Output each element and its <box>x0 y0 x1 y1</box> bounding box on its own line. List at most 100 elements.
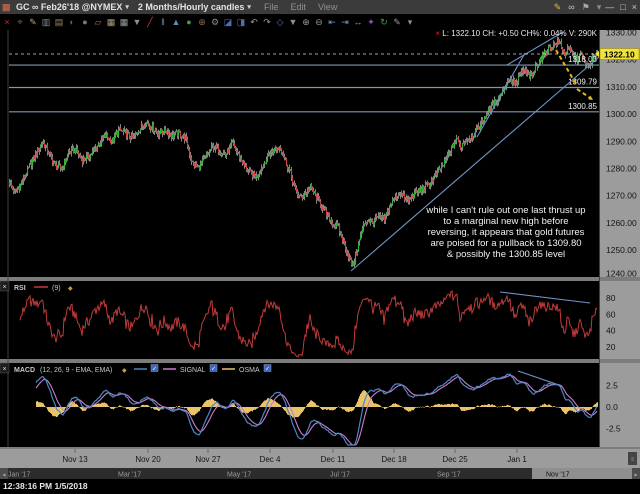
rsi-axis-label: 40 <box>606 326 616 336</box>
pencil-tool-icon[interactable]: ✎ <box>27 16 39 28</box>
target-tool-icon[interactable]: ⌖ <box>14 16 26 28</box>
menu-view[interactable]: View <box>318 2 337 12</box>
scroll-right-arrow-icon[interactable]: ▸ <box>634 473 637 479</box>
osma-label: OSMA <box>239 367 260 374</box>
redo-icon[interactable]: ↷ <box>261 16 273 28</box>
divider-macd-axis <box>0 447 640 449</box>
zoom-out-icon[interactable]: ⊖ <box>313 16 325 28</box>
macd-axis-label: 2.5 <box>606 381 618 391</box>
support-line-label: 1309.79 <box>568 77 597 86</box>
refresh-icon[interactable]: ↻ <box>378 16 390 28</box>
time-axis-label: Jan 1 <box>507 455 527 464</box>
price-axis-label: 1310.00 <box>606 82 637 92</box>
period-dropdown-caret[interactable]: ▾ <box>247 3 251 11</box>
rsi-param[interactable]: (9) <box>52 285 61 292</box>
macd-title[interactable]: MACD <box>14 367 35 374</box>
box-blue-2-icon[interactable]: ◨ <box>235 16 247 28</box>
status-bar: 12:38:16 PM 1/5/2018 <box>0 479 640 494</box>
rsi-line <box>19 290 598 358</box>
quote-line: × L: 1322.10 CH: +0.50 CH%: 0.04% V: 290… <box>435 29 597 38</box>
brush-tool-icon[interactable]: ◐ <box>66 16 78 28</box>
scrollbar-track-label: Jul '17 <box>330 472 350 479</box>
rsi-divergence-line[interactable] <box>499 291 591 304</box>
signal-label: SIGNAL <box>180 367 206 374</box>
close-tool-icon[interactable]: × <box>1 16 13 28</box>
annotation-line: to a marginal new high before <box>443 216 568 227</box>
macd-axis-label: -2.5 <box>606 424 621 434</box>
flag-icon[interactable]: ⚑ <box>582 2 590 13</box>
macd-close-icon[interactable]: × <box>2 366 6 373</box>
dropdown-1-icon[interactable]: ▼ <box>131 16 143 28</box>
scrollbar-track-label: Sep '17 <box>437 472 461 479</box>
symbol-title[interactable]: GC ∞ Feb26'18 @NYMEX <box>16 2 122 12</box>
last-price-tag-text: 1322.10 <box>604 50 635 60</box>
price-axis-label: 1250.00 <box>606 245 637 255</box>
app-icon: ▦ <box>2 2 11 12</box>
box-blue-1-icon[interactable]: ◪ <box>222 16 234 28</box>
status-datetime: 12:38:16 PM 1/5/2018 <box>3 481 88 491</box>
annotation-line: & possibly the 1300.85 level <box>447 249 565 260</box>
fib-tool-icon[interactable]: ⊕ <box>196 16 208 28</box>
scrollbar-track-label: Mar '17 <box>118 472 141 479</box>
undo-icon[interactable]: ↶ <box>248 16 260 28</box>
expand-icon[interactable]: ↔ <box>352 16 364 28</box>
macd-axis-label: 0.0 <box>606 402 618 412</box>
price-axis-label: 1240.00 <box>606 269 637 279</box>
maximize-button[interactable]: □ <box>620 2 625 12</box>
grid-small-icon[interactable]: ▦ <box>105 16 117 28</box>
annotation-line: reversing, it appears that gold futures <box>428 227 585 238</box>
macd-signal-line <box>35 374 598 446</box>
symbol-dropdown-caret[interactable]: ▾ <box>125 3 129 11</box>
annotation-line: while I can't rule out one last thrust u… <box>425 205 585 216</box>
trendline-tool-icon[interactable]: ╱ <box>144 16 156 28</box>
macd-anchor-icon[interactable]: ◆ <box>122 368 127 374</box>
period-title[interactable]: 2 Months/Hourly candles <box>138 2 245 12</box>
circle-tool-icon[interactable]: ● <box>79 16 91 28</box>
menu-file[interactable]: File <box>264 2 279 12</box>
rsi-anchor-icon[interactable]: ◆ <box>68 286 73 292</box>
title-bar: ▦ GC ∞ Feb26'18 @NYMEX ▾ 2 Months/Hourly… <box>0 0 640 14</box>
annotation-text-block[interactable]: while I can't rule out one last thrust u… <box>425 205 585 260</box>
menu-bar: File Edit View <box>264 2 337 12</box>
rsi-title[interactable]: RSI <box>14 285 26 292</box>
dropdown-2-icon[interactable]: ▼ <box>287 16 299 28</box>
time-axis-label: Dec 4 <box>260 455 281 464</box>
time-axis-label: Nov 27 <box>195 455 221 464</box>
minimize-button[interactable]: — <box>605 2 614 12</box>
ellipse-tool-icon[interactable]: ● <box>183 16 195 28</box>
triangle-tool-icon[interactable]: ▲ <box>170 16 182 28</box>
rsi-series <box>19 290 598 358</box>
rsi-close-icon[interactable]: × <box>2 284 6 291</box>
scroll-left-icon[interactable]: ⇤ <box>326 16 338 28</box>
link-chart-icon[interactable]: ∞ <box>568 2 574 12</box>
zoom-in-icon[interactable]: ⊕ <box>300 16 312 28</box>
divider-main-rsi[interactable] <box>0 277 640 281</box>
settings-tool-icon[interactable]: ⚙ <box>209 16 221 28</box>
columns-tool-icon[interactable]: ▥ <box>40 16 52 28</box>
pointer-tool-icon[interactable]: ✎ <box>391 16 403 28</box>
scroll-left-arrow-icon[interactable]: ◂ <box>2 473 5 479</box>
time-axis-label: Nov 20 <box>135 455 161 464</box>
folder-tool-icon[interactable]: ▱ <box>92 16 104 28</box>
macd-param[interactable]: (12, 26, 9 - EMA, EMA) <box>40 367 112 374</box>
grid-large-icon[interactable]: ▦ <box>118 16 130 28</box>
parallel-tool-icon[interactable]: ‖ <box>157 16 169 28</box>
dropdown-3-icon[interactable]: ▾ <box>404 16 416 28</box>
window-buttons: — □ × <box>605 2 637 12</box>
panel-tool-icon[interactable]: ▤ <box>53 16 65 28</box>
osma-checkbox-check: ✓ <box>265 367 270 373</box>
price-axis-label: 1270.00 <box>606 191 637 201</box>
menu-edit[interactable]: Edit <box>290 2 306 12</box>
star-tool-icon[interactable]: ✦ <box>365 16 377 28</box>
rsi-axis-label: 80 <box>606 293 616 303</box>
polygon-tool-icon[interactable]: ◇ <box>274 16 286 28</box>
divider-rsi-macd[interactable] <box>0 359 640 363</box>
scroll-right-icon[interactable]: ⇥ <box>339 16 351 28</box>
price-axis-label: 1300.00 <box>606 109 637 119</box>
support-level-lines[interactable]: 1318.031309.791300.85 <box>9 55 599 113</box>
edit-pencil-icon[interactable]: ✎ <box>554 2 562 13</box>
flag-dropdown-caret[interactable]: ▾ <box>597 2 602 13</box>
price-axis-label: 1280.00 <box>606 164 637 174</box>
price-axis-label: 1260.00 <box>606 218 637 228</box>
close-button[interactable]: × <box>632 2 637 12</box>
